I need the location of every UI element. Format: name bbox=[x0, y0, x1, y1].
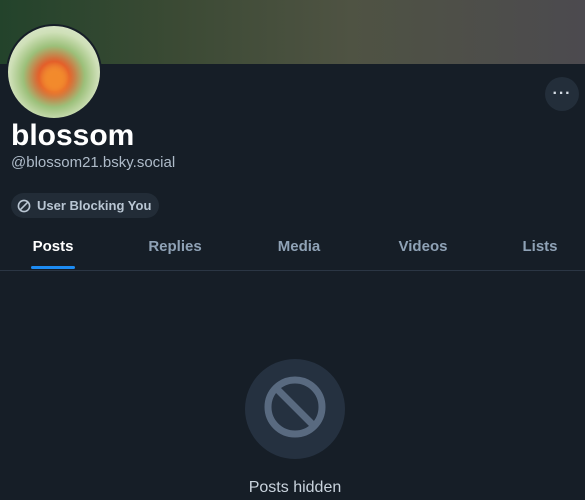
avatar[interactable] bbox=[6, 24, 102, 120]
profile-tabs: Posts Replies Media Videos Lists bbox=[0, 227, 585, 271]
empty-state-message: Posts hidden bbox=[248, 479, 342, 496]
more-options-button[interactable]: ··· bbox=[545, 77, 579, 111]
more-options-icon: ··· bbox=[552, 85, 572, 102]
handle: @blossom21.bsky.social bbox=[11, 154, 176, 171]
user-blocking-you-badge[interactable]: User Blocking You bbox=[11, 193, 160, 218]
tab-replies[interactable]: Replies bbox=[138, 227, 212, 267]
profile-page: ··· blossom @blossom21.bsky.social User … bbox=[0, 0, 585, 500]
tab-label: Replies bbox=[148, 238, 202, 255]
block-icon bbox=[17, 199, 31, 213]
tab-lists[interactable]: Lists bbox=[516, 227, 564, 267]
tab-label: Posts bbox=[32, 238, 74, 255]
tab-videos[interactable]: Videos bbox=[388, 227, 458, 267]
tab-media[interactable]: Media bbox=[268, 227, 330, 267]
active-tab-indicator bbox=[31, 266, 75, 269]
tab-label: Lists bbox=[522, 238, 558, 255]
empty-state-icon-circle bbox=[245, 359, 345, 459]
tab-label: Media bbox=[277, 238, 321, 255]
tab-posts[interactable]: Posts bbox=[24, 227, 82, 269]
badge-label: User Blocking You bbox=[37, 198, 152, 213]
block-icon bbox=[262, 374, 328, 445]
avatar-image-blur bbox=[42, 66, 68, 94]
tab-label: Videos bbox=[398, 238, 448, 255]
empty-state: Posts hidden bbox=[0, 270, 585, 500]
display-name: blossom bbox=[11, 119, 135, 152]
